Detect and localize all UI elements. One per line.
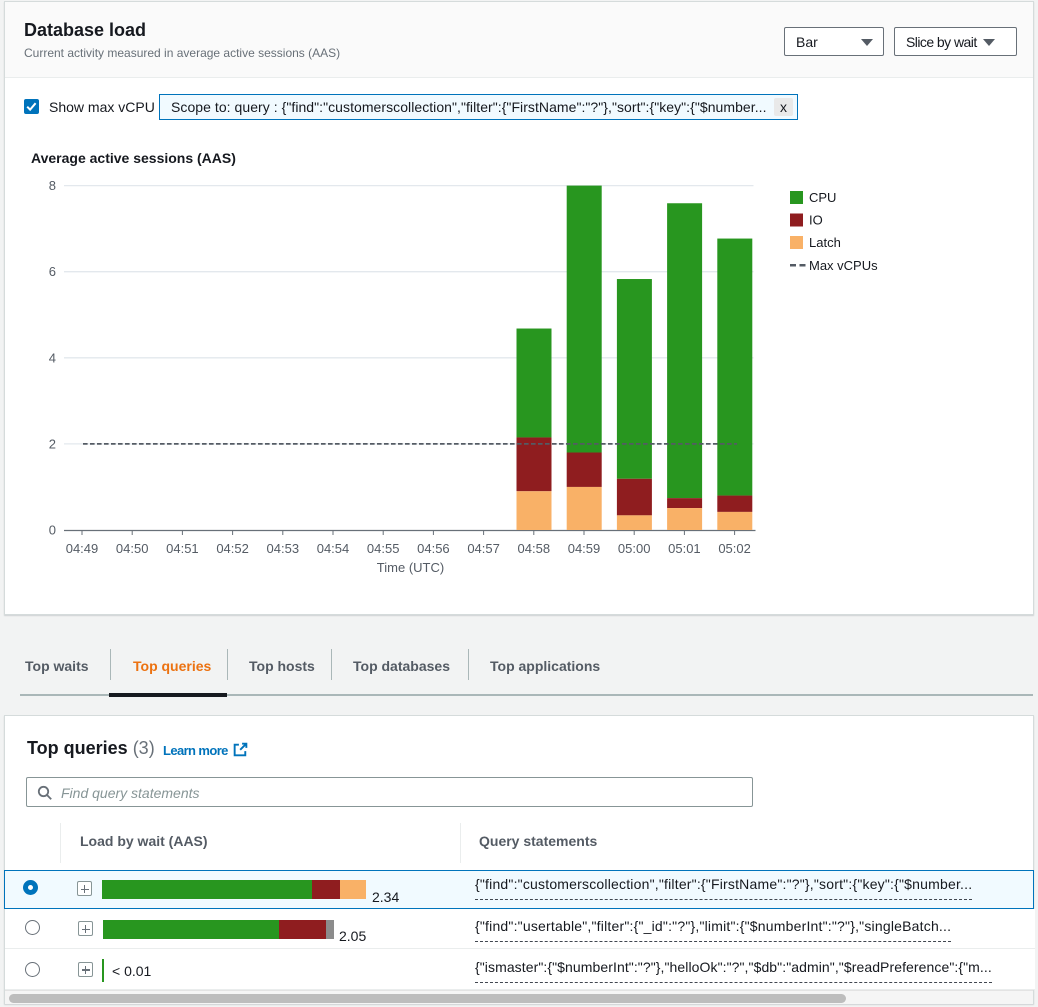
svg-text:0: 0 — [49, 523, 56, 538]
svg-text:2: 2 — [49, 436, 56, 451]
svg-text:04:49: 04:49 — [66, 541, 99, 556]
svg-text:04:53: 04:53 — [267, 541, 300, 556]
svg-text:04:50: 04:50 — [116, 541, 149, 556]
svg-text:04:56: 04:56 — [417, 541, 450, 556]
svg-text:05:02: 05:02 — [718, 541, 751, 556]
svg-text:04:54: 04:54 — [317, 541, 350, 556]
svg-text:04:55: 04:55 — [367, 541, 400, 556]
svg-text:Latch: Latch — [809, 235, 841, 250]
svg-text:05:00: 05:00 — [618, 541, 651, 556]
svg-text:05:01: 05:01 — [668, 541, 701, 556]
svg-text:04:58: 04:58 — [518, 541, 551, 556]
svg-text:IO: IO — [809, 213, 823, 228]
svg-text:Time (UTC): Time (UTC) — [377, 560, 444, 575]
svg-text:CPU: CPU — [809, 190, 836, 205]
svg-text:6: 6 — [49, 264, 56, 279]
svg-text:04:57: 04:57 — [467, 541, 500, 556]
svg-text:04:59: 04:59 — [568, 541, 601, 556]
svg-text:8: 8 — [49, 178, 56, 193]
svg-text:04:52: 04:52 — [216, 541, 249, 556]
svg-text:Max vCPUs: Max vCPUs — [809, 258, 878, 273]
svg-text:4: 4 — [49, 350, 56, 365]
svg-text:04:51: 04:51 — [166, 541, 199, 556]
